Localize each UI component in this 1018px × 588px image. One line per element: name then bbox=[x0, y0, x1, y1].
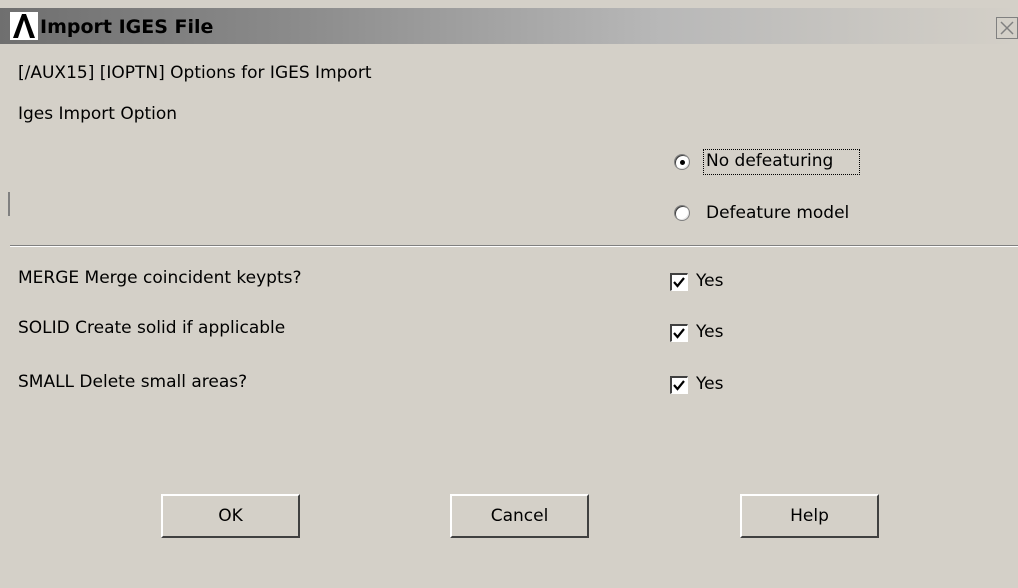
checkbox-label-small[interactable]: Yes bbox=[696, 374, 723, 394]
section-label-iges-import-option: Iges Import Option bbox=[18, 104, 178, 124]
separator bbox=[10, 245, 1018, 247]
help-button[interactable]: Help bbox=[740, 494, 879, 538]
radio-label-defeature-model[interactable]: Defeature model bbox=[706, 203, 849, 223]
import-iges-dialog: Import IGES File [/AUX15] [IOPTN] Option… bbox=[0, 0, 1018, 588]
ansys-logo-icon bbox=[10, 12, 38, 40]
setting-label-solid: SOLID Create solid if applicable bbox=[18, 318, 286, 338]
radio-defeature-model[interactable] bbox=[674, 205, 690, 221]
command-label: [/AUX15] [IOPTN] Options for IGES Import bbox=[18, 63, 372, 83]
radio-label-no-defeaturing[interactable]: No defeaturing bbox=[706, 151, 833, 171]
checkbox-merge[interactable] bbox=[670, 273, 688, 291]
window-title: Import IGES File bbox=[40, 16, 214, 38]
radio-selected-dot bbox=[680, 160, 685, 165]
setting-label-small: SMALL Delete small areas? bbox=[18, 372, 248, 392]
checkbox-label-solid[interactable]: Yes bbox=[696, 322, 723, 342]
radio-no-defeaturing[interactable] bbox=[674, 154, 690, 170]
cancel-button[interactable]: Cancel bbox=[450, 494, 589, 538]
checkbox-solid[interactable] bbox=[670, 324, 688, 342]
checkbox-small[interactable] bbox=[670, 376, 688, 394]
divider-mark bbox=[8, 192, 10, 216]
ok-button[interactable]: OK bbox=[161, 494, 300, 538]
close-icon[interactable] bbox=[996, 17, 1018, 39]
setting-label-merge: MERGE Merge coincident keypts? bbox=[18, 268, 302, 288]
checkbox-label-merge[interactable]: Yes bbox=[696, 271, 723, 291]
